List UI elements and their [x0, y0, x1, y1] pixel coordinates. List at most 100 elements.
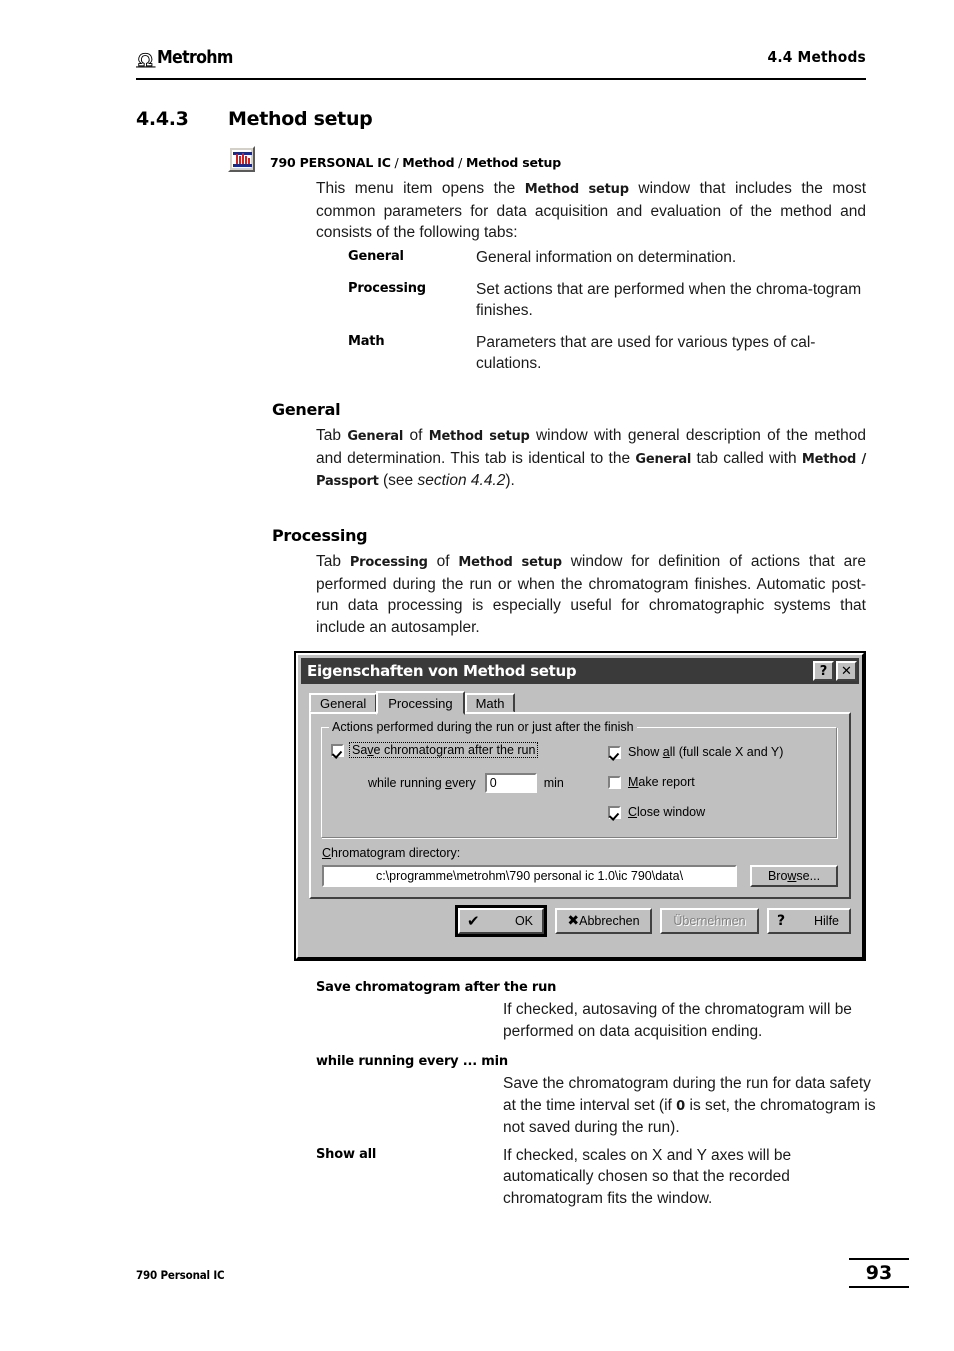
dialog-titlebar: Eigenschaften von Method setup ? ✕: [301, 658, 859, 684]
gen-i1: section 4.4.2: [417, 472, 506, 489]
checkbox-save-chromatogram-label: Save chromatogram after the run: [352, 743, 536, 757]
tab-processing[interactable]: Processing: [376, 691, 465, 715]
intro-text-1: This menu item opens the: [316, 180, 525, 197]
subheading-processing: Processing: [272, 526, 368, 545]
breadcrumb-menu: Method: [402, 155, 455, 170]
intro-bold-term: Method setup: [524, 182, 629, 197]
checkbox-make-report[interactable]: [608, 775, 621, 789]
breadcrumb-sep-1: /: [390, 155, 403, 170]
page-number-rule-bottom: [849, 1286, 909, 1288]
definition-term: Show all: [316, 1146, 377, 1162]
interval-input[interactable]: 0: [484, 773, 537, 793]
term-definition-list: Save chromatogram after the run If check…: [316, 980, 876, 1213]
gen-b3: General: [635, 451, 692, 467]
interval-row: while running every 0 min: [368, 773, 564, 793]
section-number: 4.4.3: [136, 108, 189, 130]
definition-term: Save chromatogram after the run: [316, 980, 557, 995]
chromatogram-directory-input[interactable]: c:\programme\metrohm\790 personal ic 1.0…: [322, 864, 737, 887]
dialog-title: Eigenschaften von Method setup: [307, 662, 577, 680]
checkbox-close-window[interactable]: [608, 805, 621, 819]
dialog-tabstrip: General Processing Math: [309, 691, 516, 715]
chromatogram-directory-label: Chromatogram directory:: [322, 846, 461, 860]
proc-t2: of: [427, 553, 459, 570]
page-number: 93: [865, 1262, 893, 1284]
intro-paragraph: This menu item opens the Method setup wi…: [316, 178, 866, 244]
list-item: General General information on determina…: [348, 247, 868, 269]
general-paragraph: Tab General of Method setup window with …: [316, 425, 866, 493]
metrohm-logo-text: Metrohm: [157, 47, 233, 68]
definition-description: Parameters that are used for various typ…: [476, 333, 816, 373]
def-bold-value: 0: [676, 1098, 686, 1114]
checkbox-show-all-row[interactable]: Show all (full scale X and Y): [608, 745, 783, 759]
tab-general[interactable]: General: [309, 693, 378, 713]
close-icon[interactable]: ✕: [836, 661, 857, 681]
gen-t5: /: [856, 451, 867, 467]
list-item: Save chromatogram after the run If check…: [316, 980, 876, 1042]
tab-definition-list: General General information on determina…: [348, 247, 868, 385]
gen-t1: Tab: [316, 427, 348, 444]
metrohm-logo: Metrohm: [136, 46, 243, 70]
interval-unit-label: min: [543, 776, 564, 790]
breadcrumb-item: Method setup: [465, 155, 561, 170]
ok-button-label: OK: [514, 914, 533, 928]
gen-b4: Method: [801, 451, 857, 467]
definition-term: while running every ... min: [316, 1054, 508, 1069]
tab-panel-processing: Actions performed during the run or just…: [309, 712, 851, 899]
checkbox-show-all[interactable]: [608, 745, 621, 759]
browse-button[interactable]: Bro w se...: [750, 864, 838, 887]
breadcrumb-app: 790 PERSONAL IC: [270, 155, 391, 170]
groupbox-legend: Actions performed during the run or just…: [329, 720, 637, 734]
definition-description: If checked, scales on X and Y axes will …: [503, 1146, 792, 1207]
breadcrumb-sep-2: /: [454, 155, 466, 170]
gen-b1: General: [347, 429, 404, 444]
definition-description: Save the chromatogram during the run for…: [503, 1073, 876, 1139]
page-header: Metrohm 4.4 Methods: [136, 46, 866, 82]
checkbox-make-report-row[interactable]: Make report: [608, 775, 695, 789]
checkbox-make-report-label: Make report: [628, 775, 695, 789]
cross-icon: ✖: [567, 913, 580, 929]
definition-term: General: [348, 249, 404, 264]
interval-label: while running every: [368, 776, 476, 790]
method-setup-dialog: Eigenschaften von Method setup ? ✕ Gener…: [294, 651, 866, 961]
chromatogram-directory-row: c:\programme\metrohm\790 personal ic 1.0…: [322, 864, 838, 887]
gen-t4: tab called with: [691, 449, 802, 467]
check-icon: ✔: [467, 911, 480, 930]
processing-paragraph: Tab Processing of Method setup window fo…: [316, 551, 866, 638]
cancel-button[interactable]: ✖ Abbrechen: [555, 908, 652, 934]
list-item: Processing Set actions that are performe…: [348, 279, 868, 322]
list-item: Show all If checked, scales on X and Y a…: [316, 1145, 876, 1210]
checkbox-save-chromatogram[interactable]: [331, 743, 344, 757]
checkbox-save-chromatogram-row[interactable]: Save chromatogram after the run: [331, 742, 539, 758]
method-setup-toolbar-icon: [228, 146, 255, 172]
proc-b1: Processing: [349, 555, 428, 570]
help-button[interactable]: ? Hilfe: [767, 908, 851, 934]
apply-button: Übernehmen: [660, 908, 759, 934]
ok-button[interactable]: ✔ OK: [455, 905, 547, 937]
subheading-general: General: [272, 400, 341, 419]
checkbox-show-all-label: Show all (full scale X and Y): [628, 745, 784, 759]
help-icon[interactable]: ?: [813, 661, 834, 681]
definition-term: Math: [348, 333, 385, 349]
page-title: Method setup: [228, 108, 373, 130]
checkbox-close-window-label: Close window: [628, 805, 706, 819]
header-chapter-title: 4.4 Methods: [767, 48, 866, 66]
definition-description: Set actions that are performed when the …: [476, 280, 862, 320]
focus-rectangle: Save chromatogram after the run: [349, 742, 539, 758]
gen-b2: Method setup: [428, 429, 530, 444]
footer-product-name: 790 Personal IC: [136, 1268, 225, 1282]
list-item: Math Parameters that are used for variou…: [348, 332, 868, 375]
header-divider: [136, 78, 866, 80]
proc-t1: Tab: [316, 553, 350, 570]
checkbox-close-window-row[interactable]: Close window: [608, 805, 705, 819]
actions-groupbox: Actions performed during the run or just…: [321, 720, 838, 839]
gen-t2: of: [403, 427, 429, 444]
dialog-button-bar: ✔ OK ✖ Abbrechen Übernehmen ? Hilfe: [309, 905, 851, 937]
breadcrumb: 790 PERSONAL IC / Method / Method setup: [270, 155, 561, 170]
definition-term: Processing: [348, 280, 426, 296]
tab-math[interactable]: Math: [464, 693, 516, 713]
metrohm-omega-icon: [136, 52, 156, 67]
definition-description: General information on determination.: [476, 249, 737, 266]
gen-t6: (see: [378, 472, 418, 489]
question-mark-icon: ?: [777, 913, 786, 929]
cancel-button-label: Abbrechen: [579, 914, 640, 928]
